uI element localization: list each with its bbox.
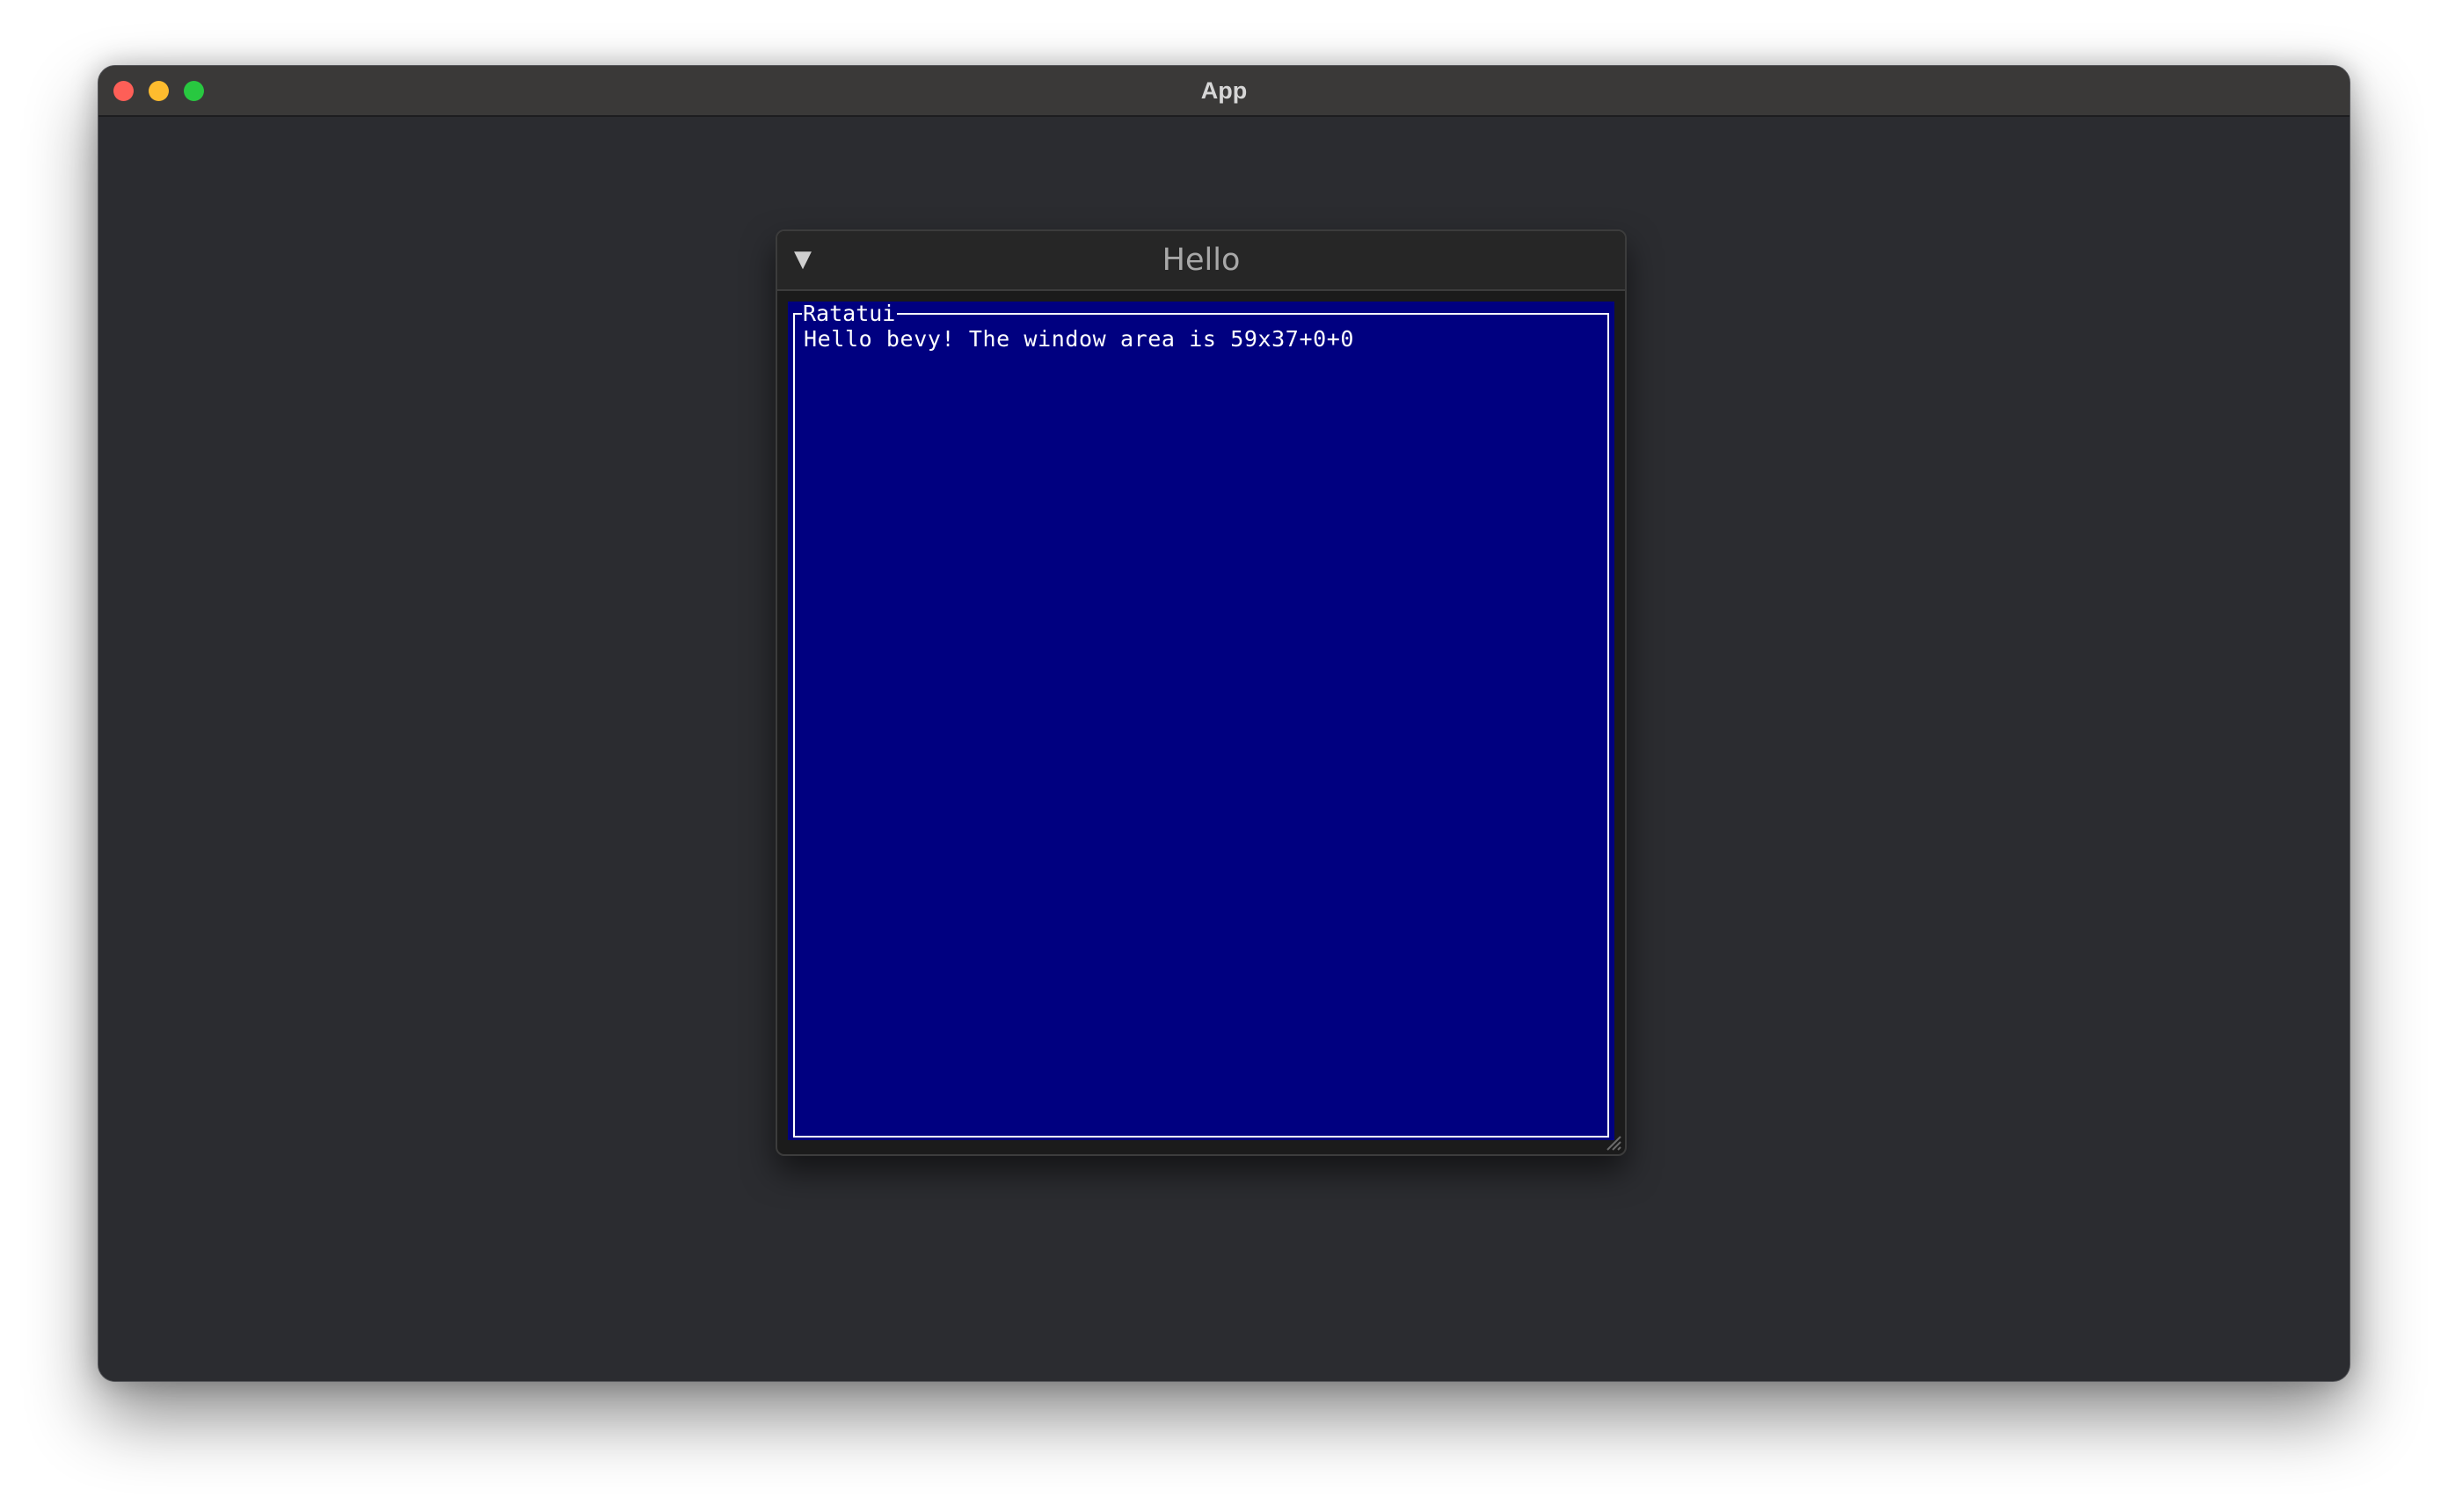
hello-window-title: Hello (1162, 243, 1241, 278)
hello-window-header[interactable]: ▼ Hello (777, 231, 1625, 291)
app-window: App ▼ Hello Ratatui Hello bevy! The wind… (98, 65, 2350, 1382)
ratatui-block-border: Ratatui Hello bevy! The window area is 5… (793, 302, 1609, 1138)
ratatui-paragraph-text: Hello bevy! The window area is 59x37+0+0 (804, 326, 1355, 352)
app-canvas: ▼ Hello Ratatui Hello bevy! The window a… (98, 117, 2350, 1381)
ratatui-block-title: Ratatui (802, 301, 898, 326)
ratatui-terminal: Ratatui Hello bevy! The window area is 5… (788, 302, 1614, 1140)
window-title: App (1200, 77, 1248, 104)
resize-grip-icon[interactable] (1604, 1133, 1621, 1151)
window-titlebar[interactable]: App (98, 66, 2350, 117)
hello-window: ▼ Hello Ratatui Hello bevy! The window a… (776, 229, 1627, 1156)
